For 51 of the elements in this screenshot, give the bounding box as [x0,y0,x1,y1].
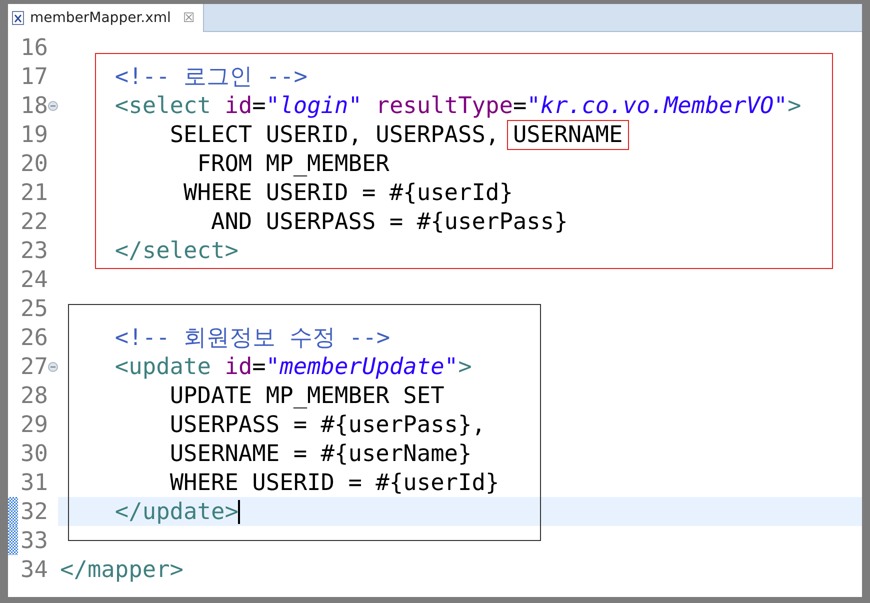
attribute-name: id [224,92,252,118]
xml-tag: > [458,354,472,380]
xml-tag: <select [114,92,211,118]
line-number: 22 [20,208,48,234]
sql-text: WHERE USERID = #{userId} [184,180,513,206]
sql-text: = [512,92,527,118]
line-number: 30 [20,440,48,466]
line-number: 21 [20,180,48,206]
sql-text: = [252,92,266,118]
sql-text: = [252,354,266,380]
line-number: 19 [20,122,48,148]
xml-tag: </select> [114,238,238,264]
sql-text: FROM MP_MEMBER [197,150,390,176]
line-number: 32 [20,498,48,524]
collapse-icon[interactable] [48,362,58,372]
xml-tag: > [787,92,802,118]
xml-file-icon [12,11,24,25]
sql-text: SELECT USERID, USERPASS, [170,122,500,148]
line-number: 18 [20,92,48,118]
highlighted-word: USERNAME [508,122,627,148]
line-number: 25 [20,296,48,322]
xml-tag: </mapper> [60,556,184,582]
line-number: 29 [20,412,48,438]
sql-text: UPDATE MP_MEMBER SET [170,382,444,408]
sql-text: WHERE USERID = #{userId} [170,470,500,496]
sql-text: USERPASS = #{userPass}, [170,412,486,438]
line-number: 17 [20,64,48,90]
xml-tag: <update [114,354,211,380]
close-button[interactable]: ☒ [182,10,195,26]
xml-tag: </update> [114,498,238,524]
sql-text: USERNAME = #{userName} [170,440,472,466]
line-number: 20 [20,150,48,176]
attribute-value: "memberUpdate" [266,354,458,380]
line-number: 23 [20,238,48,264]
line-number: 33 [20,528,48,554]
line-number: 28 [20,382,48,408]
attribute-value: "login" [266,92,362,118]
attribute-value: "kr.co.vo.MemberVO" [526,92,788,118]
text-cursor [238,500,240,524]
code-comment: <!-- 로그인 --> [114,63,308,92]
collapse-icon[interactable] [48,100,58,110]
line-number: 16 [20,34,48,60]
attribute-name: resultType [376,92,513,118]
line-number: 24 [20,266,48,292]
attribute-name: id [224,354,252,380]
line-number: 26 [20,324,48,350]
line-number: 34 [20,556,48,582]
code-comment: <!-- 회원정보 수정 --> [114,324,390,353]
sql-text: AND USERPASS = #{userPass} [210,208,568,234]
line-number: 31 [20,470,48,496]
line-number: 27 [20,354,48,380]
